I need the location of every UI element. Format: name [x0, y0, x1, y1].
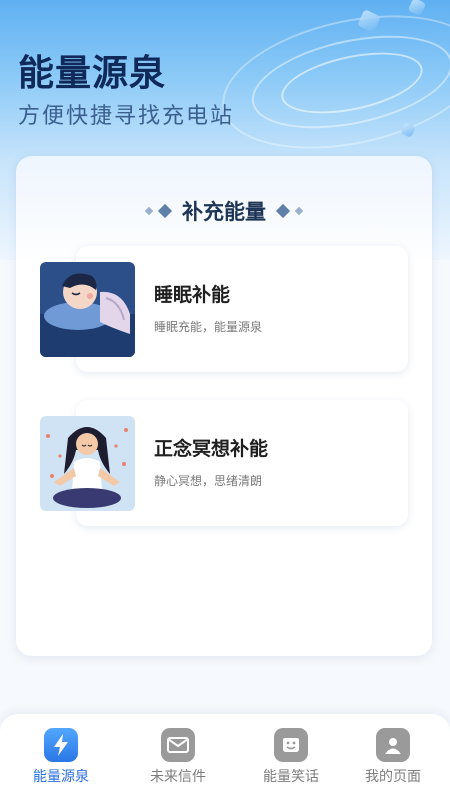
decorative-cube — [407, 0, 427, 17]
card-subtitle: 睡眠充能，能量源泉 — [154, 320, 263, 334]
smile-icon — [274, 728, 308, 762]
page-subtitle: 方便快捷寻找充电站 — [18, 104, 235, 129]
diamond-ornament — [157, 203, 173, 219]
meditation-illustration[interactable] — [40, 416, 135, 511]
card-title: 正念冥想补能 — [154, 438, 269, 460]
bottom-tab-bar: 能量源泉 未来信件 能量笑话 我的页面 — [0, 714, 450, 800]
tab-my-page[interactable]: 我的页面 — [337, 714, 449, 800]
diamond-ornament — [275, 203, 291, 219]
tab-label: 能量源泉 — [33, 769, 89, 785]
card-subtitle: 静心冥想，思绪清朗 — [154, 474, 263, 488]
tab-energy-jokes[interactable]: 能量笑话 — [235, 714, 347, 800]
user-icon — [376, 728, 410, 762]
tab-label: 能量笑话 — [263, 769, 319, 785]
card-title: 睡眠补能 — [154, 284, 231, 306]
tab-label: 未来信件 — [150, 769, 206, 785]
page-title: 能量源泉 — [18, 53, 167, 94]
tab-energy-source[interactable]: 能量源泉 — [5, 714, 117, 800]
energy-panel: 补充能量 睡眠补能 睡眠充能，能量源泉 正念冥想补能 静心冥想，思绪清朗 — [16, 156, 432, 656]
diamond-ornament — [144, 206, 154, 216]
sleep-illustration[interactable] — [40, 262, 135, 357]
section-header: 补充能量 — [16, 196, 432, 226]
tab-future-letter[interactable]: 未来信件 — [122, 714, 234, 800]
section-title: 补充能量 — [182, 200, 266, 224]
diamond-ornament — [294, 206, 304, 216]
tab-label: 我的页面 — [365, 769, 421, 785]
mail-icon — [161, 728, 195, 762]
lightning-icon — [44, 728, 78, 762]
